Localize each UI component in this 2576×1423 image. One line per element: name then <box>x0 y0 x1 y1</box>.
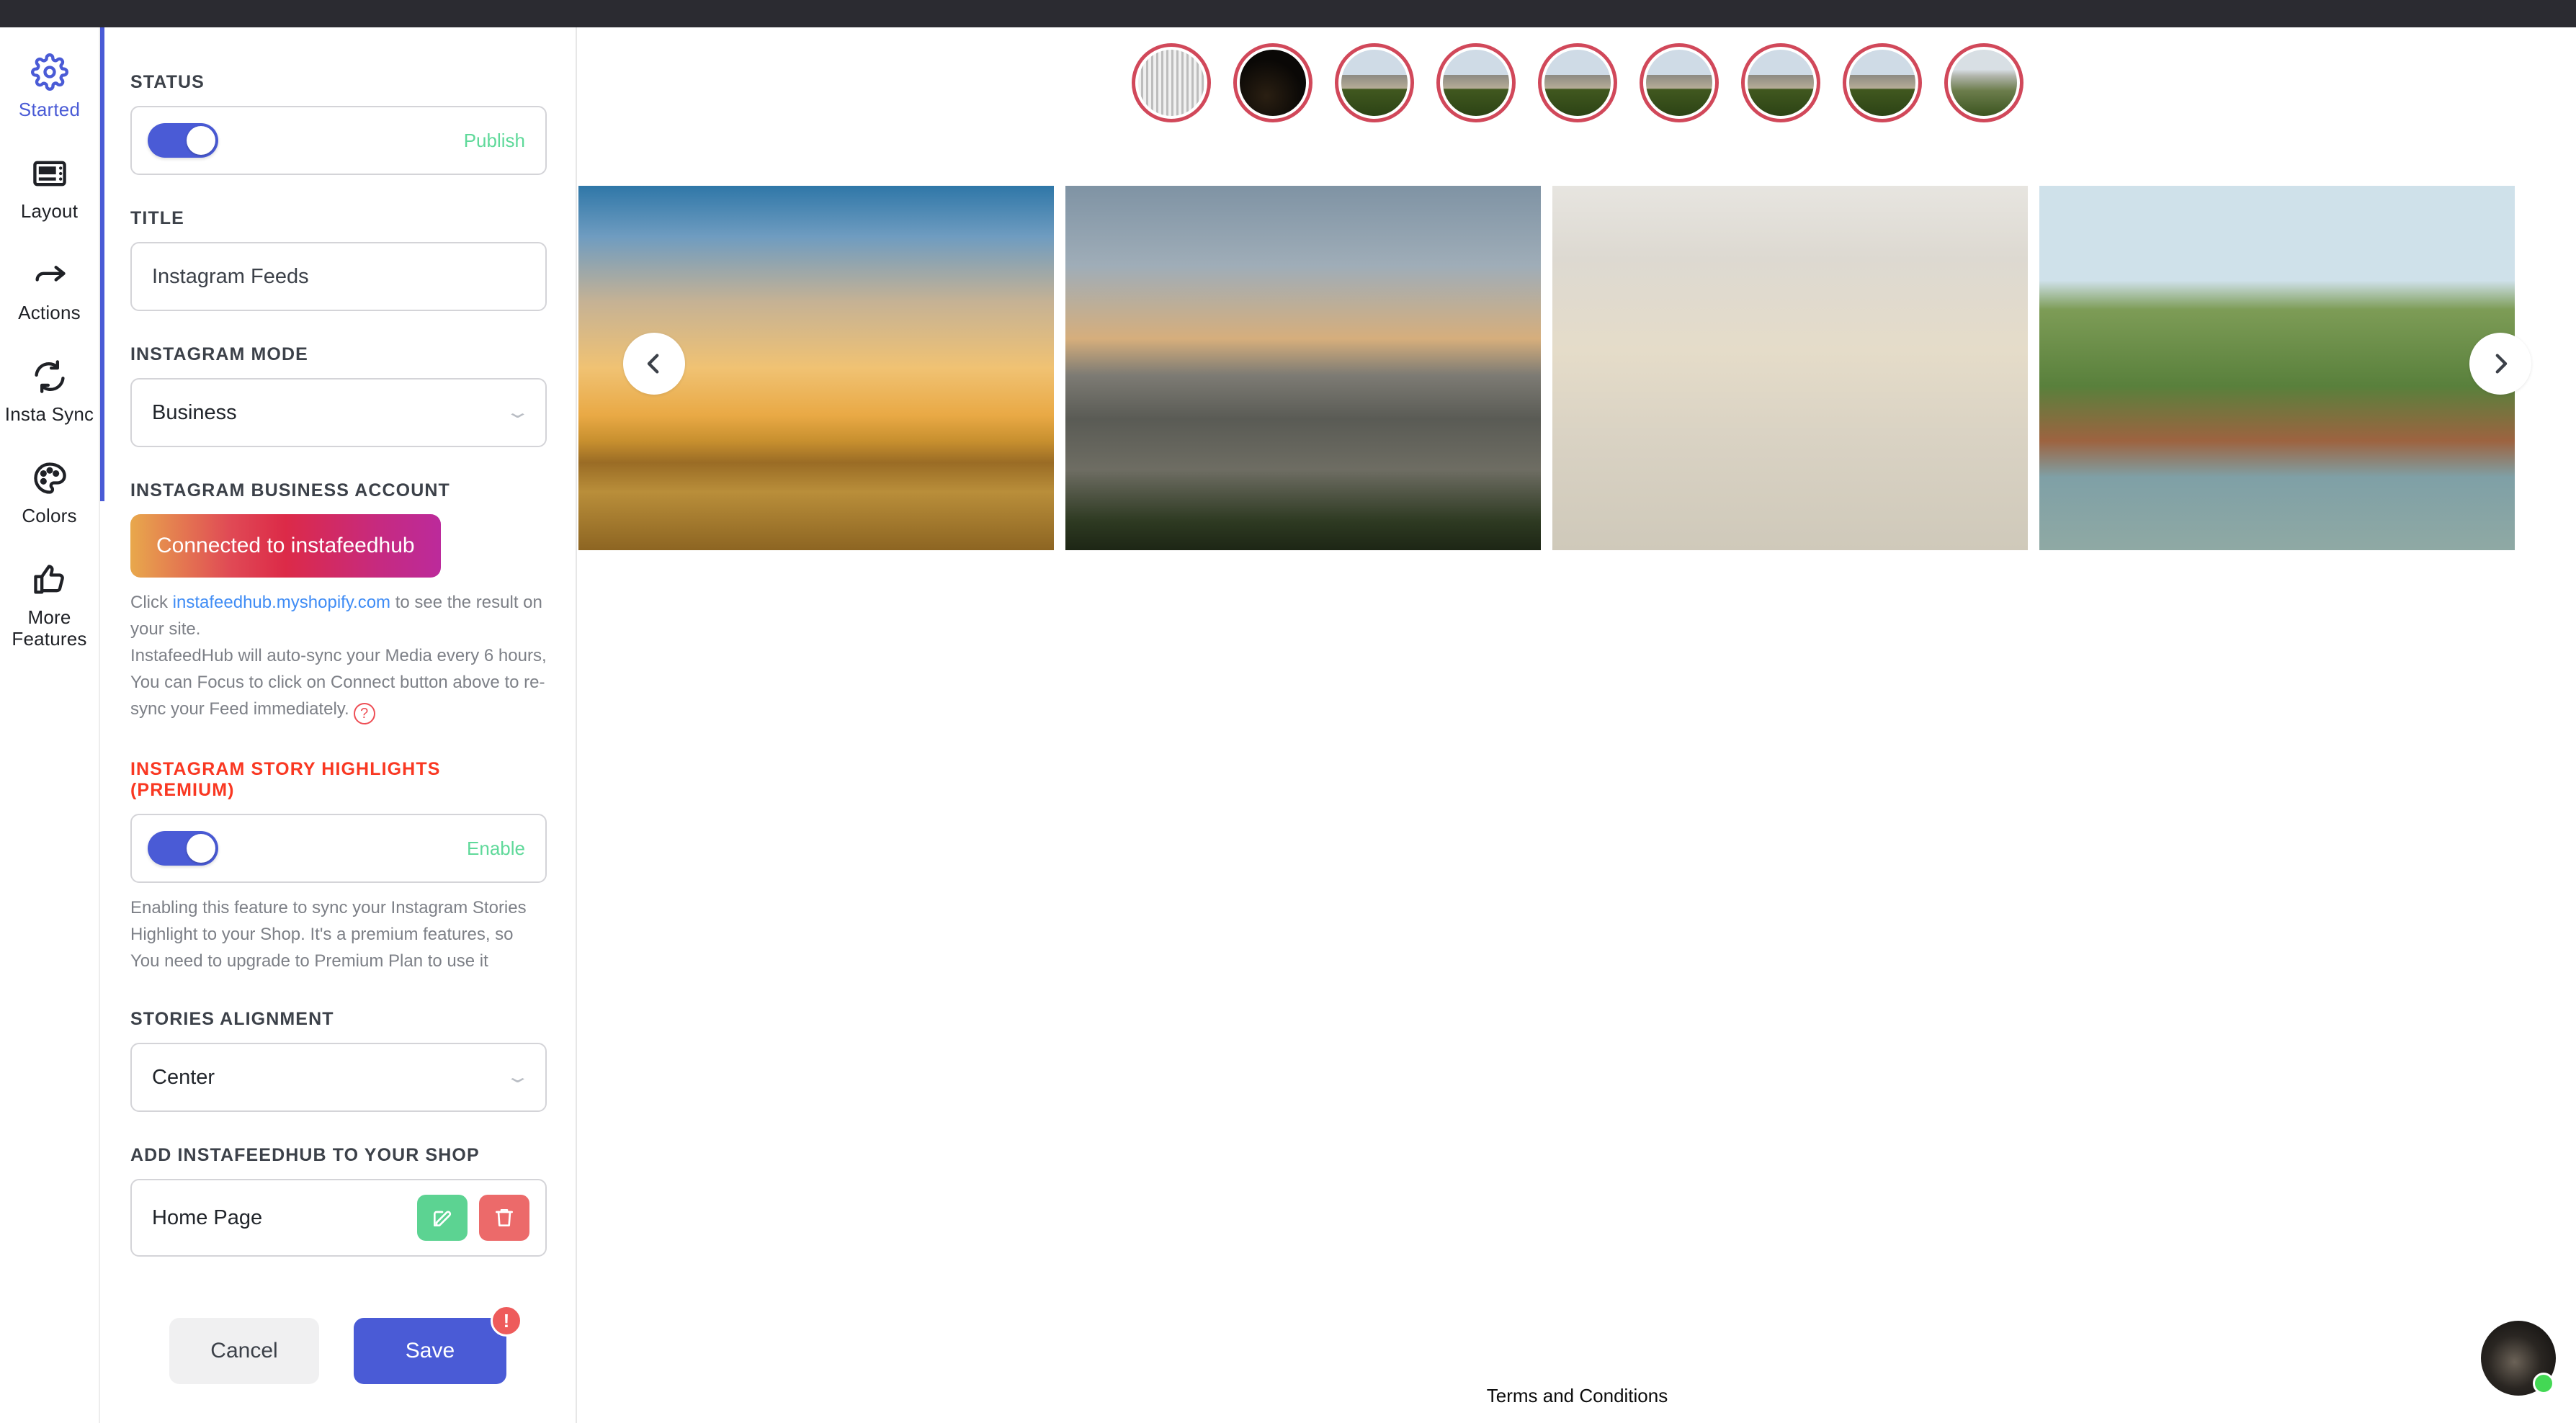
story-item[interactable] <box>1639 43 1719 122</box>
shop-page-name: Home Page <box>152 1206 263 1229</box>
story-thumbnail <box>1950 50 2017 116</box>
story-thumbnail <box>1341 50 1408 116</box>
story-item[interactable] <box>1537 43 1617 122</box>
story-highlights-help: Enabling this feature to sync your Insta… <box>130 898 527 971</box>
toggle-knob <box>187 834 215 863</box>
trash-icon <box>496 1209 513 1226</box>
support-chat-avatar[interactable] <box>2481 1321 2556 1396</box>
story-highlights-strip <box>578 43 2576 122</box>
save-button-wrap: Save ! <box>354 1305 522 1384</box>
sidebar-item-layout[interactable]: Layout <box>0 145 99 232</box>
help-question-icon[interactable]: ? <box>353 703 375 724</box>
story-highlights-toggle[interactable] <box>148 831 218 866</box>
save-alert-badge[interactable]: ! <box>491 1305 522 1337</box>
story-thumbnail <box>1747 50 1814 116</box>
sidebar-item-label: Colors <box>22 505 77 526</box>
story-thumbnail <box>1645 50 1712 116</box>
sidebar-item-more-features[interactable]: More Features <box>0 551 99 660</box>
palette-icon <box>31 459 68 497</box>
status-toggle-row: Publish <box>130 106 547 175</box>
instagram-mode-label: INSTAGRAM MODE <box>130 344 308 364</box>
story-item[interactable] <box>1131 43 1211 122</box>
slide-office-desks[interactable] <box>1552 186 2028 550</box>
terms-and-conditions-link[interactable]: Terms and Conditions <box>578 1385 2576 1407</box>
story-highlights-state-text: Enable <box>467 837 525 859</box>
instagram-mode-value: Business <box>152 400 237 424</box>
edit-icon <box>434 1211 452 1226</box>
stories-alignment-value: Center <box>152 1065 215 1089</box>
title-label: TITLE <box>130 208 184 228</box>
browser-top-bar <box>0 0 2576 27</box>
story-item[interactable] <box>1233 43 1312 122</box>
status-toggle[interactable] <box>148 123 218 158</box>
shop-url-link[interactable]: instafeedhub.myshopify.com <box>173 593 390 612</box>
online-status-dot <box>2533 1373 2554 1394</box>
chevron-left-icon <box>647 354 659 374</box>
carousel-next-button[interactable] <box>2469 333 2531 395</box>
sidebar-item-label: Insta Sync <box>4 403 94 425</box>
sidebar-nav: Started Layout Actions Insta Sync Colors… <box>0 27 100 1423</box>
gear-icon <box>30 53 68 91</box>
settings-panel: STATUS Publish TITLE Instagram Feeds INS… <box>100 27 577 1423</box>
stories-alignment-select[interactable]: Center ⌄ <box>130 1043 547 1112</box>
business-account-help: Click instafeedhub.myshopify.com to see … <box>130 589 547 724</box>
story-thumbnail <box>1442 50 1509 116</box>
carousel-prev-button[interactable] <box>623 333 685 395</box>
sidebar-item-label: Layout <box>20 200 79 222</box>
toggle-knob <box>187 126 215 155</box>
story-item[interactable] <box>1740 43 1820 122</box>
story-thumbnail <box>1544 50 1611 116</box>
sidebar-item-label: Started <box>18 99 81 120</box>
story-thumbnail <box>1239 50 1306 116</box>
chevron-right-icon <box>2495 354 2508 374</box>
instagram-mode-select[interactable]: Business ⌄ <box>130 378 547 447</box>
story-thumbnail <box>1137 50 1204 116</box>
story-item[interactable] <box>1334 43 1414 122</box>
feed-preview: Terms and Conditions <box>578 27 2576 1423</box>
panel-footer: Cancel Save ! <box>100 1279 576 1423</box>
sidebar-item-insta-sync[interactable]: Insta Sync <box>0 348 99 435</box>
business-account-label: INSTAGRAM BUSINESS ACCOUNT <box>130 480 450 500</box>
sidebar-item-label: More Features <box>12 606 87 650</box>
chevron-down-icon: ⌄ <box>504 403 531 422</box>
title-input[interactable]: Instagram Feeds <box>130 242 547 311</box>
story-item[interactable] <box>1842 43 1922 122</box>
slide-city-towers[interactable] <box>1065 186 1541 550</box>
help-prefix: Click <box>130 593 173 612</box>
settings-scroll-area[interactable]: STATUS Publish TITLE Instagram Feeds INS… <box>100 27 577 1279</box>
sidebar-item-colors[interactable]: Colors <box>0 449 99 537</box>
chevron-down-icon: ⌄ <box>504 1067 531 1087</box>
layout-icon <box>31 155 68 192</box>
row-actions <box>417 1195 529 1241</box>
status-label: STATUS <box>130 72 205 92</box>
delete-page-button[interactable] <box>479 1195 529 1241</box>
table-row: Home Page <box>130 1179 547 1257</box>
feed-carousel[interactable] <box>578 186 2576 550</box>
story-highlights-label: INSTAGRAM STORY HIGHLIGHTS (PREMIUM) <box>130 759 441 800</box>
cancel-button[interactable]: Cancel <box>169 1318 319 1384</box>
help-line2: InstafeedHub will auto-sync your Media e… <box>130 646 547 719</box>
story-item[interactable] <box>1944 43 2023 122</box>
sidebar-item-label: Actions <box>18 302 81 323</box>
story-highlights-toggle-row: Enable <box>130 814 547 883</box>
status-state-text: Publish <box>463 129 525 151</box>
connect-account-button[interactable]: Connected to instafeedhub <box>130 514 441 578</box>
add-to-shop-label: ADD INSTAFEEDHUB TO YOUR SHOP <box>130 1145 480 1165</box>
sidebar-item-actions[interactable]: Actions <box>0 246 99 333</box>
thumbs-up-icon <box>31 561 68 598</box>
save-button[interactable]: Save <box>354 1318 506 1384</box>
stories-alignment-label: STORIES ALIGNMENT <box>130 1009 334 1029</box>
sidebar-item-started[interactable]: Started <box>0 43 99 130</box>
slide-river-boats[interactable] <box>2039 186 2515 550</box>
edit-page-button[interactable] <box>417 1195 468 1241</box>
sync-icon <box>31 358 68 395</box>
story-item[interactable] <box>1436 43 1516 122</box>
story-thumbnail <box>1848 50 1915 116</box>
actions-icon <box>31 256 68 294</box>
